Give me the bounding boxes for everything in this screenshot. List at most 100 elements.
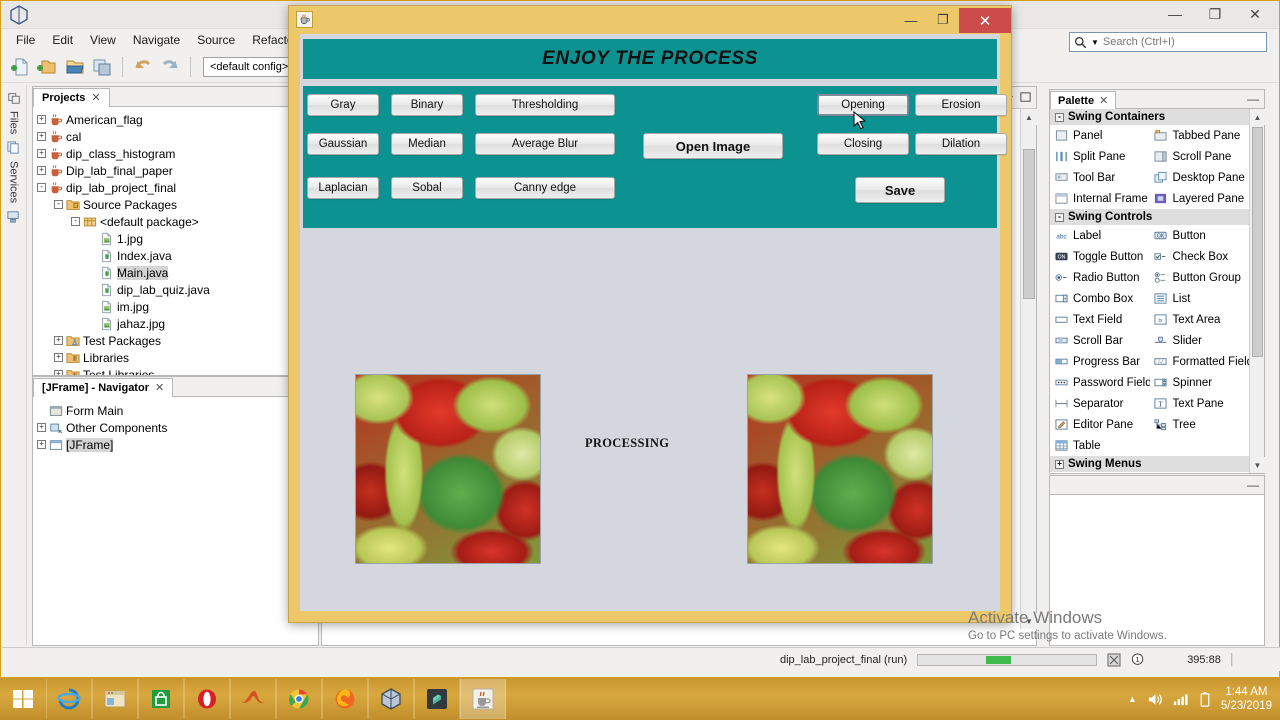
palette-category-header[interactable]: + Swing Menus [1050, 456, 1249, 472]
java-app-titlebar[interactable]: — ❐ ✕ [289, 6, 1011, 34]
tab-projects[interactable]: Projects ✕ [33, 88, 110, 107]
tree-expand-toggle[interactable]: + [37, 440, 46, 449]
close-icon[interactable]: ✕ [155, 381, 164, 394]
sidebar-tab-services[interactable]: Services [8, 161, 20, 203]
button-thresholding[interactable]: Thresholding [475, 94, 615, 116]
palette-item-scroll-pane[interactable]: Scroll Pane [1150, 146, 1250, 167]
palette-item-list[interactable]: List [1150, 288, 1250, 309]
designer-vertical-scrollbar[interactable]: ▲ ▼ [1020, 109, 1037, 629]
palette-scrollbar[interactable]: ▲ ▼ [1249, 109, 1265, 473]
button-canny-edge[interactable]: Canny edge [475, 177, 615, 199]
palette-item-split-pane[interactable]: Split Pane [1050, 146, 1150, 167]
scroll-up-arrow-icon[interactable]: ▲ [1021, 109, 1037, 125]
tree-expand-toggle[interactable]: + [37, 115, 46, 124]
tree-expand-toggle[interactable]: + [37, 166, 46, 175]
palette-item-check-box[interactable]: Check Box [1150, 246, 1250, 267]
tree-expand-toggle[interactable]: + [37, 423, 46, 432]
windows-start-icon[interactable] [0, 678, 46, 720]
palette-item-tabbed-pane[interactable]: Tabbed Pane [1150, 125, 1250, 146]
palette-item-text-field[interactable]: Text Field [1050, 309, 1150, 330]
palette-item-label[interactable]: abc Label [1050, 225, 1150, 246]
tree-node[interactable]: + dip_class_histogram [37, 145, 318, 162]
tree-node[interactable]: im.jpg [37, 298, 318, 315]
palette-item-progress-bar[interactable]: Progress Bar [1050, 351, 1150, 372]
tree-node[interactable]: + [JFrame] [37, 436, 318, 453]
tree-node[interactable]: jahaz.jpg [37, 315, 318, 332]
palette-item-scroll-bar[interactable]: Scroll Bar [1050, 330, 1150, 351]
navigator-tree[interactable]: Form Main + Other Components + [JFrame] [33, 397, 318, 665]
menu-source[interactable]: Source [190, 30, 242, 50]
button-dilation[interactable]: Dilation [915, 133, 1007, 155]
tree-node[interactable]: + Test Libraries [37, 366, 318, 375]
tree-expand-toggle[interactable]: + [54, 353, 63, 362]
tree-node[interactable]: Form Main [37, 402, 318, 419]
palette-item-slider[interactable]: Slider [1150, 330, 1250, 351]
palette-category-header[interactable]: - Swing Containers [1050, 109, 1249, 125]
menu-navigate[interactable]: Navigate [126, 30, 187, 50]
scroll-down-arrow-icon[interactable]: ▼ [1021, 613, 1037, 629]
ide-close-button[interactable]: ✕ [1235, 1, 1275, 27]
scrollbar-thumb[interactable] [1023, 149, 1035, 299]
minimize-icon[interactable]: — [1247, 478, 1259, 492]
button-save[interactable]: Save [855, 177, 945, 203]
opera-icon[interactable] [184, 679, 230, 719]
taskbar-clock[interactable]: 1:44 AM 5/23/2019 [1221, 685, 1272, 713]
button-gray[interactable]: Gray [307, 94, 379, 116]
tree-node[interactable]: - Source Packages [37, 196, 318, 213]
tree-node[interactable]: + Libraries [37, 349, 318, 366]
new-project-icon[interactable] [36, 55, 60, 79]
palette-item-tree[interactable]: Tree [1150, 414, 1250, 435]
palette-item-text-pane[interactable]: T Text Pane [1150, 393, 1250, 414]
palette-item-radio-button[interactable]: Radio Button [1050, 267, 1150, 288]
palette-item-table[interactable]: Table [1050, 435, 1150, 456]
scrollbar-thumb[interactable] [1252, 127, 1263, 357]
tree-node[interactable]: + Dip_lab_final_paper [37, 162, 318, 179]
network-signal-icon[interactable] [1172, 691, 1189, 708]
palette-item-separator[interactable]: Separator [1050, 393, 1150, 414]
button-open-image[interactable]: Open Image [643, 133, 783, 159]
tree-expand-toggle[interactable]: + [54, 336, 63, 345]
java-close-button[interactable]: ✕ [959, 8, 1011, 33]
tree-node[interactable]: Main.java [37, 264, 318, 281]
java-maximize-button[interactable]: ❐ [927, 8, 959, 32]
palette-item-formatted-field[interactable]: /-/ Formatted Field [1150, 351, 1249, 372]
minimize-icon[interactable]: — [1247, 92, 1259, 106]
button-laplacian[interactable]: Laplacian [307, 177, 379, 199]
scroll-down-arrow-icon[interactable]: ▼ [1250, 457, 1265, 473]
tree-collapse-toggle[interactable]: - [71, 217, 80, 226]
status-progress-bar[interactable] [917, 653, 1098, 666]
tree-node[interactable]: + American_flag [37, 111, 318, 128]
internet-explorer-icon[interactable] [46, 679, 92, 719]
firefox-icon[interactable] [322, 679, 368, 719]
tree-expand-toggle[interactable]: + [37, 149, 46, 158]
new-file-icon[interactable] [9, 55, 33, 79]
netbeans-java-icon[interactable] [460, 679, 506, 719]
tree-expand-toggle[interactable]: + [54, 370, 63, 375]
palette-item-desktop-pane[interactable]: Desktop Pane [1150, 167, 1250, 188]
tab-palette[interactable]: Palette ✕ [1050, 91, 1117, 109]
stop-task-icon[interactable] [1107, 653, 1121, 667]
scroll-up-arrow-icon[interactable]: ▲ [1250, 109, 1265, 125]
save-all-icon[interactable] [90, 55, 114, 79]
tree-node[interactable]: + Other Components [37, 419, 318, 436]
button-binary[interactable]: Binary [391, 94, 463, 116]
volume-icon[interactable] [1146, 691, 1163, 708]
notification-badge-icon[interactable]: 1 [1131, 652, 1145, 667]
redo-icon[interactable] [158, 55, 182, 79]
tab-navigator[interactable]: [JFrame] - Navigator ✕ [33, 378, 174, 397]
java-minimize-button[interactable]: — [895, 8, 927, 32]
source-image[interactable] [355, 374, 541, 564]
menu-file[interactable]: File [9, 30, 42, 50]
button-closing[interactable]: Closing [817, 133, 909, 155]
result-image[interactable] [747, 374, 933, 564]
category-expand-toggle[interactable]: + [1055, 459, 1064, 469]
tree-expand-toggle[interactable]: + [37, 132, 46, 141]
tree-collapse-toggle[interactable]: - [54, 200, 63, 209]
services-icon[interactable] [6, 209, 21, 224]
palette-item-spinner[interactable]: Spinner [1150, 372, 1250, 393]
button-gaussian[interactable]: Gaussian [307, 133, 379, 155]
palette-item-text-area[interactable]: tx Text Area [1150, 309, 1250, 330]
battery-icon[interactable] [1198, 691, 1212, 708]
maximize-icon[interactable] [1019, 91, 1032, 104]
tree-node[interactable]: + cal [37, 128, 318, 145]
